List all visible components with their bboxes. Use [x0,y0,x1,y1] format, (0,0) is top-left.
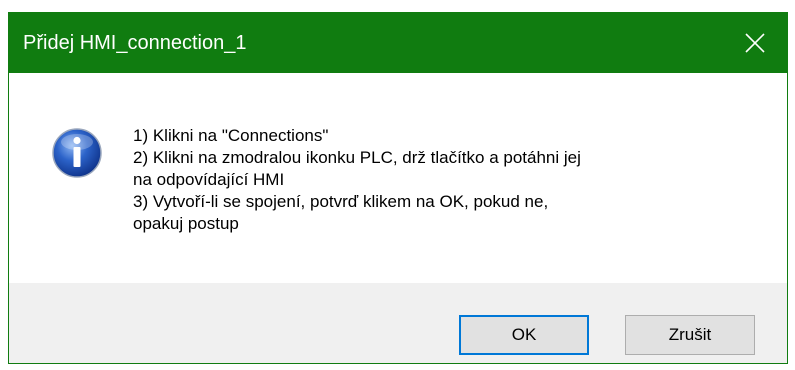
message-line: 1) Klikni na "Connections" [133,126,329,145]
close-icon [745,33,765,53]
dialog-title: Přidej HMI_connection_1 [23,32,247,54]
message-line: na odpovídající HMI [133,170,285,189]
message-line: 3) Vytvoří-li se spojení, potvrď klikem … [133,192,549,211]
message-area: 1) Klikni na "Connections" 2) Klikni na … [9,73,787,283]
ok-button[interactable]: OK [459,315,589,355]
dialog-message: 1) Klikni na "Connections" 2) Klikni na … [133,125,773,235]
title-bar[interactable]: Přidej HMI_connection_1 [9,13,787,73]
close-button[interactable] [723,13,787,73]
dialog-window: Přidej HMI_connection_1 1) Klikni na "Co… [8,12,788,364]
info-icon [52,128,102,178]
message-line: 2) Klikni na zmodralou ikonku PLC, drž t… [133,148,581,167]
cancel-button[interactable]: Zrušit [625,315,755,355]
button-bar: OK Zrušit [9,283,787,363]
message-line: opakuj postup [133,214,239,233]
